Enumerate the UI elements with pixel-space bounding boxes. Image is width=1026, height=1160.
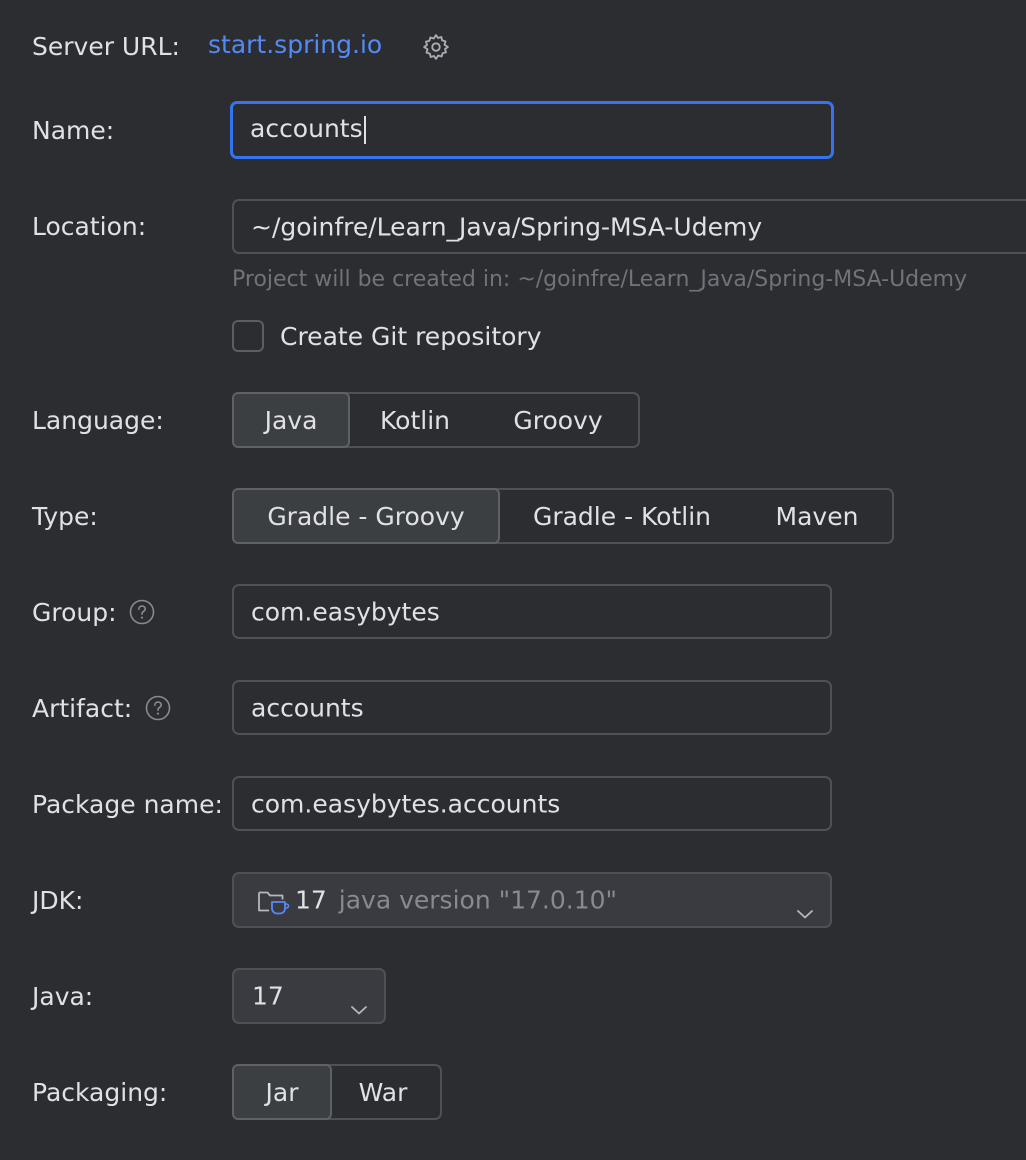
type-selector: Gradle - Groovy Gradle - Kotlin Maven [232,488,894,544]
packaging-option-war[interactable]: War [330,1066,436,1118]
location-input[interactable]: ~/goinfre/Learn_Java/Spring-MSA-Udemy [232,199,1026,254]
jdk-version: 17 [295,885,327,915]
artifact-input[interactable]: accounts [232,680,832,735]
jdk-detail: java version "17.0.10" [338,885,618,915]
server-url-link[interactable]: start.spring.io [208,32,382,57]
gear-icon[interactable] [421,32,451,62]
packaging-selector: Jar War [232,1064,442,1120]
artifact-label: Artifact: [32,694,133,723]
group-label: Group: [32,598,117,627]
create-git-checkbox[interactable] [232,320,264,352]
packaging-label: Packaging: [32,1078,168,1107]
package-name-input-value: com.easybytes.accounts [251,789,561,818]
server-url-label: Server URL: [32,32,180,61]
language-option-java[interactable]: Java [232,392,350,448]
name-input[interactable]: accounts [230,101,834,159]
type-option-gradle-groovy[interactable]: Gradle - Groovy [232,488,500,544]
location-input-value: ~/goinfre/Learn_Java/Spring-MSA-Udemy [251,212,763,241]
package-name-input[interactable]: com.easybytes.accounts [232,776,832,831]
type-option-gradle-kotlin[interactable]: Gradle - Kotlin [498,490,746,542]
jdk-folder-icon [256,887,290,917]
java-version-value: 17 [252,981,284,1011]
java-version-dropdown[interactable]: 17 [232,968,386,1024]
group-input[interactable]: com.easybytes [232,584,832,639]
chevron-down-icon [796,897,814,919]
type-option-maven[interactable]: Maven [746,490,888,542]
chevron-down-icon [350,993,368,1015]
language-option-kotlin[interactable]: Kotlin [348,394,482,446]
text-caret [363,116,366,144]
language-option-groovy[interactable]: Groovy [482,394,634,446]
group-input-value: com.easybytes [251,597,440,626]
java-label: Java: [32,982,94,1011]
name-label: Name: [32,116,115,145]
artifact-input-value: accounts [251,693,364,722]
packaging-option-jar[interactable]: Jar [232,1064,332,1120]
type-label: Type: [32,502,98,531]
location-hint: Project will be created in: ~/goinfre/Le… [232,267,968,292]
jdk-dropdown[interactable]: 17 java version "17.0.10" [232,872,832,928]
language-selector: Java Kotlin Groovy [232,392,640,448]
package-name-label: Package name: [32,790,223,819]
jdk-label: JDK: [32,886,84,915]
location-label: Location: [32,212,147,241]
question-icon[interactable] [145,695,171,721]
language-label: Language: [32,406,164,435]
question-icon[interactable] [129,599,155,625]
name-input-value: accounts [250,114,363,143]
create-git-label[interactable]: Create Git repository [280,324,542,349]
